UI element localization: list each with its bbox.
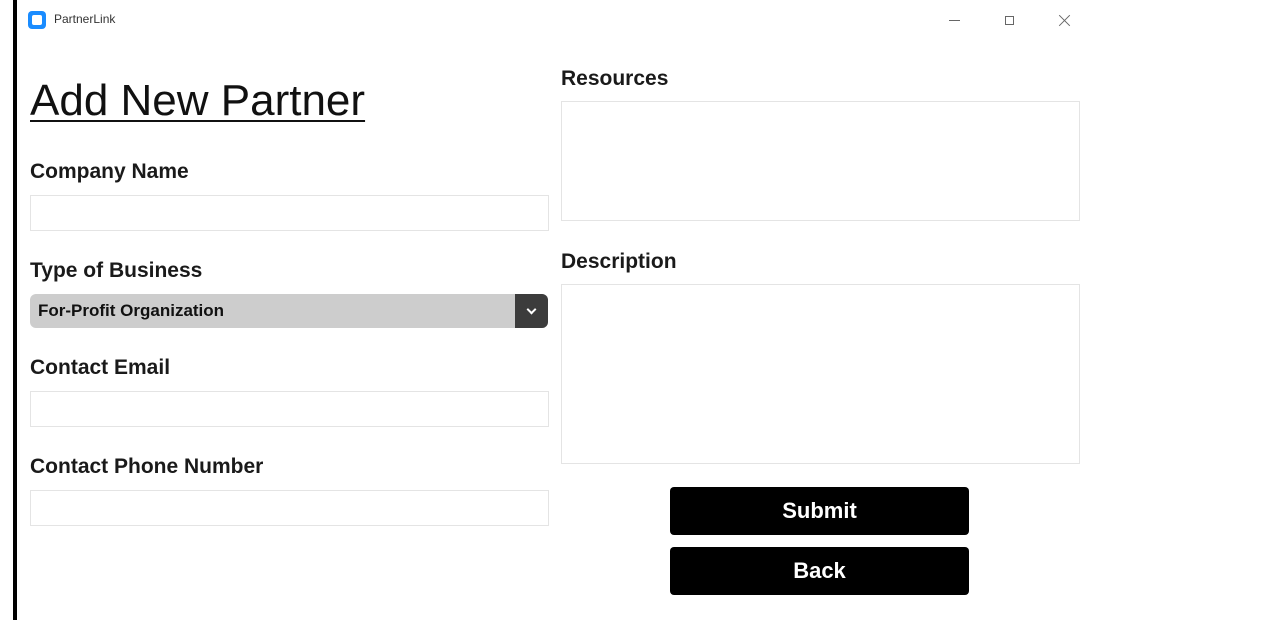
- maximize-button[interactable]: [987, 4, 1031, 36]
- business-type-label: Type of Business: [30, 259, 203, 282]
- minimize-icon: [948, 19, 960, 21]
- minimize-button[interactable]: [932, 4, 976, 36]
- dropdown-toggle[interactable]: [515, 294, 548, 328]
- contact-email-input[interactable]: [30, 391, 549, 427]
- resources-label: Resources: [561, 67, 669, 90]
- contact-phone-label: Contact Phone Number: [30, 455, 264, 478]
- page-title: Add New Partner: [30, 76, 366, 125]
- close-button[interactable]: [1042, 4, 1086, 36]
- description-label: Description: [561, 250, 677, 273]
- business-type-select[interactable]: For-Profit Organization: [30, 294, 548, 328]
- screen: PartnerLink Add New Partner Company Name…: [0, 0, 1263, 620]
- business-type-selected-value: For-Profit Organization: [38, 301, 225, 320]
- company-name-label: Company Name: [30, 160, 189, 183]
- app-window: PartnerLink Add New Partner Company Name…: [17, 0, 1097, 620]
- resources-textarea[interactable]: [561, 101, 1080, 221]
- title-bar[interactable]: PartnerLink: [17, 0, 1097, 40]
- back-button[interactable]: Back: [670, 547, 969, 595]
- window-title: PartnerLink: [54, 12, 116, 26]
- company-name-input[interactable]: [30, 195, 549, 231]
- maximize-icon: [1004, 15, 1014, 25]
- close-icon: [1058, 14, 1071, 27]
- contact-phone-input[interactable]: [30, 490, 549, 526]
- app-logo-icon: [28, 11, 46, 29]
- contact-email-label: Contact Email: [30, 356, 171, 379]
- description-textarea[interactable]: [561, 284, 1080, 464]
- chevron-down-icon: [526, 304, 537, 315]
- submit-button[interactable]: Submit: [670, 487, 969, 535]
